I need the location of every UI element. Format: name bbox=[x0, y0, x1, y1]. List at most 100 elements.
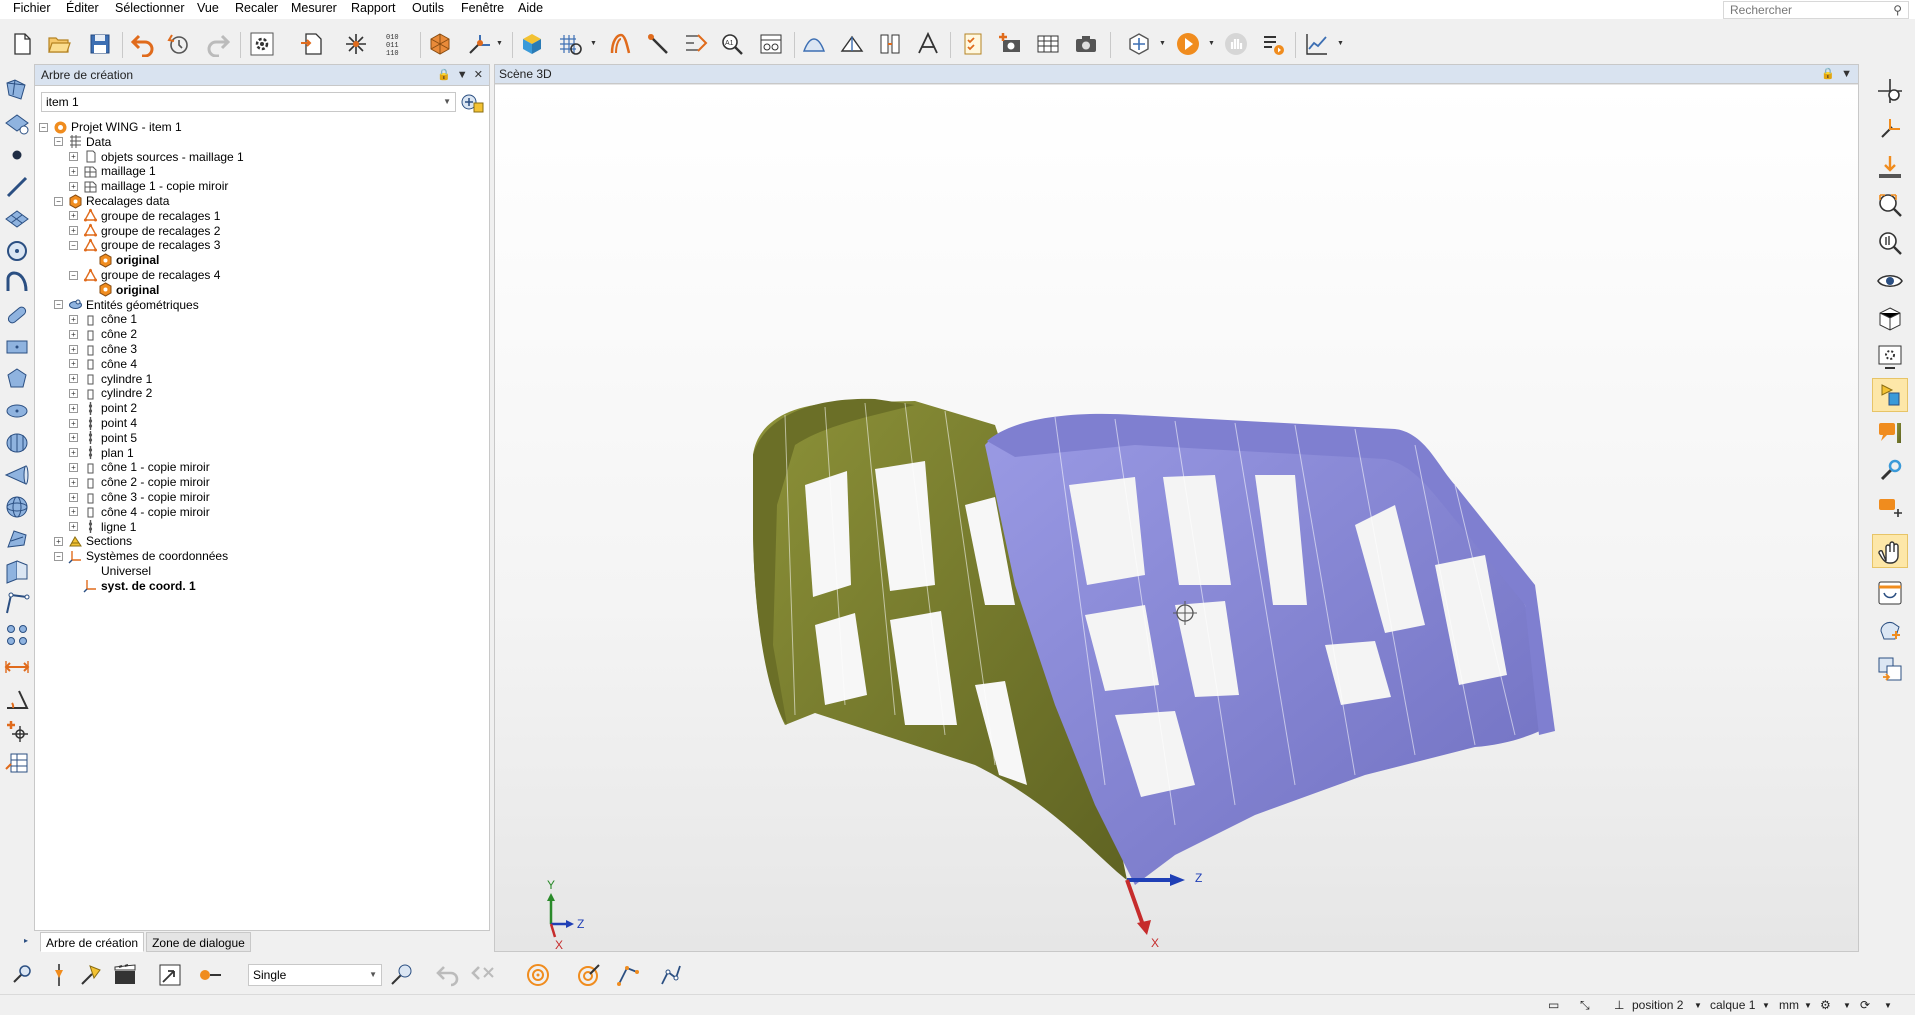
expand-icon[interactable]: + bbox=[69, 181, 78, 191]
wrench-tool-icon[interactable] bbox=[1872, 454, 1908, 488]
expand-icon[interactable]: + bbox=[69, 507, 78, 517]
view-cube-icon[interactable] bbox=[1872, 302, 1908, 336]
color-map-icon[interactable] bbox=[1872, 416, 1908, 450]
layer-select[interactable]: calque 1 bbox=[1710, 997, 1755, 1014]
status-grid-icon[interactable]: ▭ bbox=[1548, 997, 1559, 1014]
menu-mesurer[interactable]: Mesurer bbox=[288, 0, 340, 19]
macro-box-icon[interactable] bbox=[1125, 30, 1153, 58]
menu-editer[interactable]: Éditer bbox=[63, 0, 102, 19]
save-icon[interactable] bbox=[86, 30, 114, 58]
zoom-pan-icon[interactable] bbox=[1872, 74, 1908, 108]
expand-icon[interactable]: + bbox=[69, 403, 78, 413]
settings-gear-icon[interactable] bbox=[248, 30, 276, 58]
select-mode-icon[interactable] bbox=[8, 961, 38, 989]
selection-mode-select[interactable]: Single ▼ bbox=[248, 964, 382, 986]
line-feature-icon[interactable] bbox=[2, 172, 32, 202]
expand-icon[interactable]: + bbox=[69, 448, 78, 458]
point-cloud-icon[interactable] bbox=[342, 30, 370, 58]
menu-rapport[interactable]: Rapport bbox=[348, 0, 398, 19]
expand-icon[interactable]: + bbox=[69, 522, 78, 532]
settings-icon[interactable]: ⚙ bbox=[1820, 997, 1831, 1014]
expand-icon[interactable]: + bbox=[69, 329, 78, 339]
fit-features-icon[interactable] bbox=[606, 30, 634, 58]
dropdown-arrow-icon[interactable]: ▼ bbox=[590, 40, 597, 47]
cylinder-feature-icon[interactable] bbox=[2, 428, 32, 458]
cad-box-icon[interactable] bbox=[518, 30, 546, 58]
refresh-icon[interactable]: ⟳ bbox=[1860, 997, 1870, 1014]
expand-icon[interactable]: + bbox=[69, 152, 78, 162]
pick-mode-icon[interactable] bbox=[155, 961, 185, 989]
report-checklist-icon[interactable] bbox=[959, 30, 987, 58]
visibility-eye-icon[interactable] bbox=[1872, 264, 1908, 298]
expand-icon[interactable]: + bbox=[69, 388, 78, 398]
expand-icon[interactable]: + bbox=[69, 418, 78, 428]
chevron-down-icon[interactable]: ▼ bbox=[369, 965, 377, 985]
collapse-icon[interactable]: − bbox=[54, 300, 63, 310]
gdt-report-icon[interactable] bbox=[757, 30, 785, 58]
surface-points-icon[interactable] bbox=[2, 108, 32, 138]
torus-feature-icon[interactable] bbox=[2, 524, 32, 554]
panel-menu-icon[interactable]: ▼ bbox=[457, 69, 468, 81]
target-check-icon[interactable] bbox=[574, 961, 604, 989]
rectangle-feature-icon[interactable] bbox=[2, 332, 32, 362]
expand-icon[interactable]: + bbox=[69, 211, 78, 221]
undo-history-icon[interactable] bbox=[165, 30, 193, 58]
construct-point-icon[interactable] bbox=[2, 716, 32, 746]
probe-path-icon[interactable] bbox=[613, 961, 643, 989]
expand-icon[interactable]: + bbox=[69, 433, 78, 443]
point-feature-icon[interactable] bbox=[2, 140, 32, 170]
collapse-icon[interactable]: − bbox=[54, 137, 63, 147]
chevron-down-icon[interactable]: ▼ bbox=[1843, 997, 1851, 1014]
pattern-feature-icon[interactable] bbox=[2, 620, 32, 650]
menu-vue[interactable]: Vue bbox=[194, 0, 222, 19]
expand-icon[interactable]: + bbox=[69, 477, 78, 487]
expand-icon[interactable]: + bbox=[54, 536, 63, 546]
expand-icon[interactable]: + bbox=[69, 166, 78, 176]
measure-delete-icon[interactable] bbox=[468, 961, 498, 989]
table-icon[interactable] bbox=[1034, 30, 1062, 58]
probe-arm-icon[interactable] bbox=[656, 961, 686, 989]
collapse-icon[interactable]: − bbox=[39, 122, 48, 132]
scan-grid-icon[interactable] bbox=[556, 30, 584, 58]
view-bottom-icon[interactable] bbox=[1872, 150, 1908, 184]
new-file-icon[interactable] bbox=[8, 30, 36, 58]
expand-icon[interactable]: + bbox=[69, 462, 78, 472]
hand-select-icon[interactable] bbox=[1872, 534, 1908, 568]
undo-icon[interactable] bbox=[129, 30, 157, 58]
display-objects-icon[interactable] bbox=[1872, 378, 1908, 412]
collapse-icon[interactable]: − bbox=[54, 551, 63, 561]
menu-fichier[interactable]: Fichier bbox=[10, 0, 54, 19]
expand-icon[interactable]: + bbox=[69, 359, 78, 369]
wing-mesh-render[interactable]: Z X Y Z X bbox=[495, 85, 1858, 951]
chevron-down-icon[interactable]: ▼ bbox=[1762, 997, 1770, 1014]
chevron-down-icon[interactable]: ▼ bbox=[1694, 997, 1702, 1014]
tab-zone-dialogue[interactable]: Zone de dialogue bbox=[146, 932, 251, 952]
probe-settings-icon[interactable] bbox=[386, 961, 416, 989]
trend-chart-icon[interactable] bbox=[1303, 30, 1331, 58]
collapse-icon[interactable]: − bbox=[69, 270, 78, 280]
polygon-feature-icon[interactable] bbox=[2, 364, 32, 394]
inspect-magnifier-icon[interactable]: A1 bbox=[718, 30, 746, 58]
chevron-down-icon[interactable]: ▼ bbox=[443, 93, 451, 111]
zoom-hand-icon[interactable] bbox=[1872, 226, 1908, 260]
unit-select[interactable]: mm bbox=[1779, 997, 1799, 1014]
search-input[interactable]: Rechercher ⚲ bbox=[1723, 1, 1909, 19]
stop-hand-icon[interactable] bbox=[1222, 30, 1250, 58]
cone-feature-icon[interactable] bbox=[2, 460, 32, 490]
position-select[interactable]: position 2 bbox=[1632, 997, 1683, 1014]
panel-menu-icon[interactable]: ▼ bbox=[1841, 68, 1852, 80]
clapper-icon[interactable] bbox=[110, 961, 140, 989]
mesh-object-icon[interactable] bbox=[426, 30, 454, 58]
measure-back-icon[interactable] bbox=[433, 961, 463, 989]
angle-measure-icon[interactable] bbox=[2, 684, 32, 714]
viewport-3d[interactable]: Z X Y Z X bbox=[495, 85, 1858, 951]
menu-fenetre[interactable]: Fenêtre bbox=[458, 0, 507, 19]
menu-outils[interactable]: Outils bbox=[409, 0, 447, 19]
curve-feature-icon[interactable] bbox=[2, 588, 32, 618]
play-macro-icon[interactable] bbox=[1174, 30, 1202, 58]
expand-icon[interactable]: + bbox=[69, 492, 78, 502]
expand-icon[interactable]: + bbox=[69, 344, 78, 354]
chevron-down-icon[interactable]: ▼ bbox=[1804, 997, 1812, 1014]
arc-feature-icon[interactable] bbox=[2, 268, 32, 298]
surface-compare-icon[interactable] bbox=[800, 30, 828, 58]
